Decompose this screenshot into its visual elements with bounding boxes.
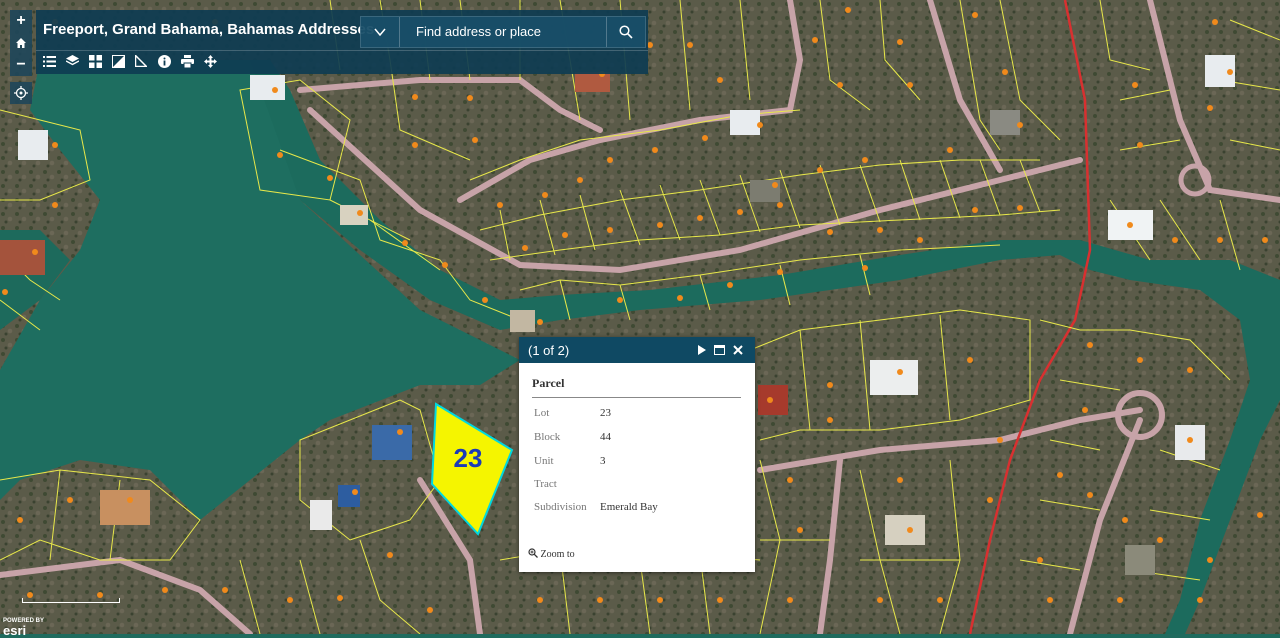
zoom-magnifier-icon — [528, 548, 538, 558]
next-feature-button[interactable] — [694, 341, 710, 359]
attr-value-unit: 3 — [600, 455, 606, 467]
zoom-to-label: Zoom to — [540, 549, 575, 560]
attr-label-unit: Unit — [534, 455, 554, 467]
popup-title: Parcel — [532, 376, 565, 390]
header-divider — [36, 50, 648, 51]
home-icon — [16, 38, 26, 48]
search-box[interactable]: Find address or place — [360, 16, 646, 48]
esri-logo[interactable]: POWERED BY esri — [3, 618, 44, 637]
locate-button[interactable] — [10, 82, 32, 104]
directions-icon — [203, 54, 217, 68]
locate-icon — [14, 86, 28, 100]
search-button[interactable] — [606, 17, 645, 47]
zoom-out-button[interactable]: − — [10, 54, 32, 76]
play-icon — [698, 345, 706, 355]
app-title: Freeport, Grand Bahama, Bahamas Addresse… — [43, 21, 375, 38]
directions-button[interactable] — [203, 53, 217, 69]
layers-icon — [65, 55, 79, 66]
print-button[interactable] — [180, 53, 194, 69]
popup-feature-count: (1 of 2) — [528, 343, 570, 358]
measure-icon — [135, 55, 147, 67]
esri-logo-text: esri — [3, 623, 27, 638]
legend-button[interactable] — [42, 53, 56, 69]
toolbar — [42, 53, 217, 73]
zoom-in-button[interactable]: + — [10, 10, 32, 32]
search-icon — [619, 25, 633, 39]
home-button[interactable] — [10, 32, 32, 54]
attr-value-subdivision: Emerald Bay — [600, 501, 658, 513]
attr-value-block: 44 — [600, 431, 611, 443]
basemap-gallery-button[interactable] — [88, 53, 102, 69]
measure-button[interactable] — [134, 53, 148, 69]
search-source-dropdown[interactable] — [361, 17, 400, 47]
selected-parcel-label: 23 — [454, 443, 483, 473]
close-button[interactable] — [730, 341, 746, 359]
basemap-gallery-icon — [88, 54, 102, 68]
zoom-to-link[interactable]: Zoom to — [528, 548, 575, 560]
parcel-popup: (1 of 2) Parcel Lot 23 Block 44 Unit 3 T… — [519, 337, 755, 572]
maximize-icon — [713, 345, 725, 355]
info-icon — [157, 54, 171, 68]
search-input[interactable]: Find address or place — [416, 24, 541, 39]
attr-value-lot: 23 — [600, 407, 611, 419]
attr-label-lot: Lot — [534, 407, 550, 419]
swipe-button[interactable] — [111, 53, 125, 69]
close-icon — [733, 345, 743, 355]
print-icon — [180, 54, 194, 68]
popup-divider — [532, 397, 741, 398]
attr-label-tract: Tract — [534, 478, 557, 490]
chevron-down-icon — [374, 28, 386, 36]
info-button[interactable] — [157, 53, 171, 69]
layers-button[interactable] — [65, 53, 79, 69]
maximize-button[interactable] — [711, 341, 727, 359]
swipe-icon — [111, 54, 125, 68]
header-bar: Freeport, Grand Bahama, Bahamas Addresse… — [36, 10, 648, 74]
attr-label-subdivision: Subdivision — [534, 501, 587, 513]
attr-label-block: Block — [534, 431, 561, 443]
scale-bar — [22, 598, 120, 603]
legend-icon — [42, 55, 56, 67]
popup-header: (1 of 2) — [519, 337, 755, 363]
